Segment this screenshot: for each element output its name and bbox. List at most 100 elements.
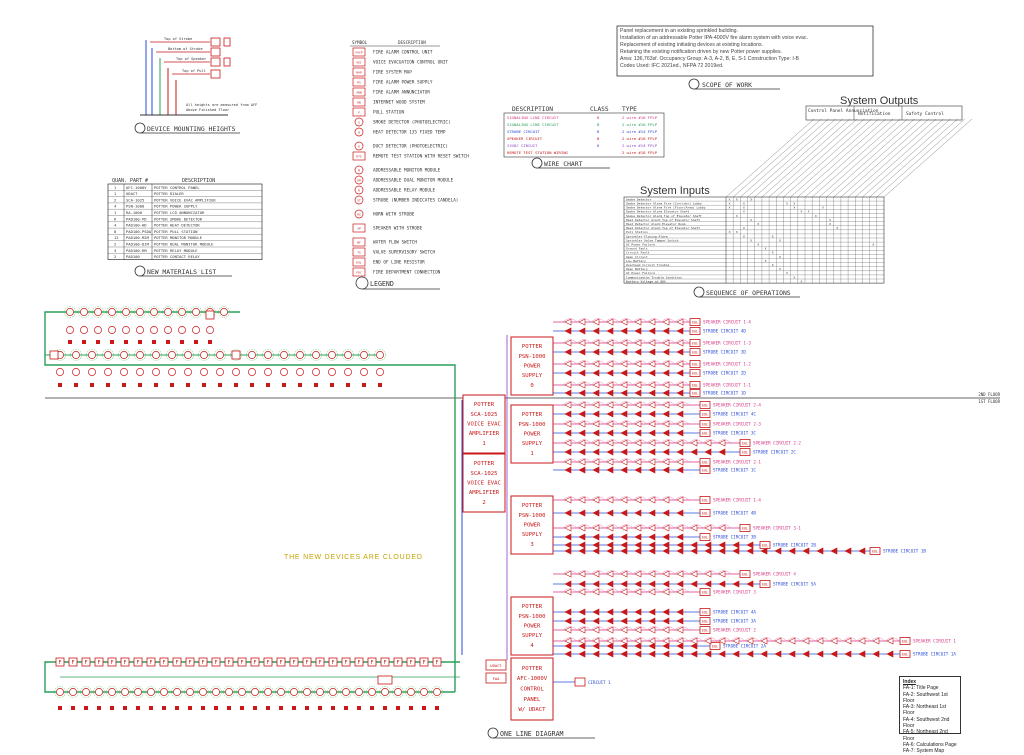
wire-chart: DESCRIPTION CLASS TYPE SIGNALING LINE CIRCU… — [503, 106, 665, 169]
circuit-device — [732, 547, 740, 555]
materials-qty: 6 — [114, 216, 117, 221]
device-detector — [206, 326, 214, 334]
circuit-label: STROBE CIRCUIT 1D — [703, 391, 746, 396]
legend-symbol-label: PS — [357, 81, 361, 85]
mounting-label: Above Finished Floor — [186, 108, 230, 112]
eol-label: EOL — [742, 573, 748, 577]
legend-symbol-label: FACP — [355, 51, 362, 55]
scope-line: Retaining the existing notification driv… — [620, 49, 783, 55]
circuit-device — [704, 448, 712, 456]
circuit-device — [592, 466, 600, 474]
device-detector — [368, 688, 376, 696]
device-module — [106, 383, 110, 387]
circuit-device — [634, 466, 642, 474]
device-module — [175, 706, 179, 710]
device-pull-station-label: F — [240, 660, 243, 666]
eol-label: EOL — [692, 321, 698, 325]
device-detector — [407, 688, 415, 696]
circuit-device — [662, 410, 670, 418]
legend-symbol-label: D — [358, 145, 360, 149]
device-pull-station-label: F — [422, 660, 425, 666]
eol-label: EOL — [702, 461, 708, 465]
sequence-mark: X — [793, 206, 795, 210]
device-module — [58, 383, 62, 387]
materials-qty: 1 — [114, 185, 117, 190]
device-detector — [433, 688, 441, 696]
circuit-device — [676, 547, 684, 555]
circuit-device — [578, 541, 586, 549]
device-module — [74, 383, 78, 387]
circuit-device — [676, 429, 684, 437]
circuit-device — [704, 541, 712, 549]
device-detector — [178, 308, 186, 316]
eol-label: EOL — [702, 404, 708, 408]
materials-part: PSN-1000 — [126, 204, 145, 209]
eol-label: EOL — [702, 629, 708, 633]
circuit-device — [858, 650, 866, 658]
scope-line: Replacement of existing initiating devic… — [620, 42, 764, 48]
circuit-device — [886, 650, 894, 658]
device-detector — [296, 351, 304, 359]
circuit-device — [648, 617, 656, 625]
device-detector — [376, 368, 384, 376]
materials-header: QUAN. — [112, 178, 127, 184]
materials-qty: 4 — [114, 204, 117, 209]
circuit-device — [662, 541, 670, 549]
circuit-device — [592, 448, 600, 456]
device-pull-station-label: F — [331, 660, 334, 666]
circuit-device — [676, 541, 684, 549]
circuit-device — [648, 429, 656, 437]
sequence-mark: X — [743, 234, 745, 238]
circuit-device — [564, 509, 572, 517]
circuit-label: SPEAKER CIRCUIT 2-2 — [753, 441, 801, 446]
legend-symbol-label: KB — [357, 101, 361, 105]
circuit-device — [690, 580, 698, 588]
circuit-device — [564, 448, 572, 456]
circuit-device — [620, 541, 628, 549]
eol-label: EOL — [702, 611, 708, 615]
wire-desc: REMOTE TEST STATION WIRING — [507, 150, 569, 155]
circuit-device — [676, 327, 684, 335]
amplifier-text: SCA-1025 — [471, 471, 498, 477]
mounting-heights-block: Top of Strobe Bottom of Strobe Top of Sp… — [134, 37, 257, 134]
device-module — [58, 706, 62, 710]
circuit-device — [690, 547, 698, 555]
circuit-device — [662, 348, 670, 356]
circuit-device — [648, 327, 656, 335]
sheet-index: Index FA-1: Title Page FA-2: Southwest 1… — [899, 676, 961, 754]
device-detector — [251, 688, 259, 696]
device-pull-station-label: F — [149, 660, 152, 666]
circuit-device — [564, 533, 572, 541]
circuit-label: SPEAKER CIRCUIT 2-3 — [713, 422, 761, 427]
legend-desc: FIRE ALARM CONTROL UNIT — [373, 50, 433, 56]
circuit-device — [578, 617, 586, 625]
circuit-device — [606, 533, 614, 541]
circuit-label: CIRCUIT 1 — [588, 680, 611, 685]
device-module — [346, 383, 350, 387]
circuit-device — [676, 410, 684, 418]
circuit-device — [564, 580, 572, 588]
wire-class: B — [597, 129, 600, 134]
sequence-mark: X — [757, 222, 759, 226]
materials-qty: 12 — [114, 235, 119, 240]
circuit-device — [774, 650, 782, 658]
materials-header: DESCRIPTION — [182, 178, 215, 184]
circuit-label: SPEAKER CIRCUIT 2 — [713, 628, 756, 633]
legend-symbol-label: M — [358, 169, 360, 173]
circuit-device — [606, 642, 614, 650]
sequence-mark: X — [772, 263, 774, 267]
eol-label: EOL — [692, 363, 698, 367]
circuit-device — [634, 580, 642, 588]
device-detector — [296, 368, 304, 376]
circuit-device — [578, 448, 586, 456]
circuit-device — [676, 466, 684, 474]
device-module — [234, 383, 238, 387]
wire-title: WIRE CHART — [544, 160, 583, 168]
device-module — [330, 383, 334, 387]
control-panel-text: PANEL — [524, 697, 541, 703]
wire-header: TYPE — [622, 106, 637, 113]
device-detector — [120, 351, 128, 359]
materials-qty: 4 — [114, 223, 117, 228]
power-supply-text: POTTER — [522, 604, 543, 610]
circuit-device — [620, 448, 628, 456]
